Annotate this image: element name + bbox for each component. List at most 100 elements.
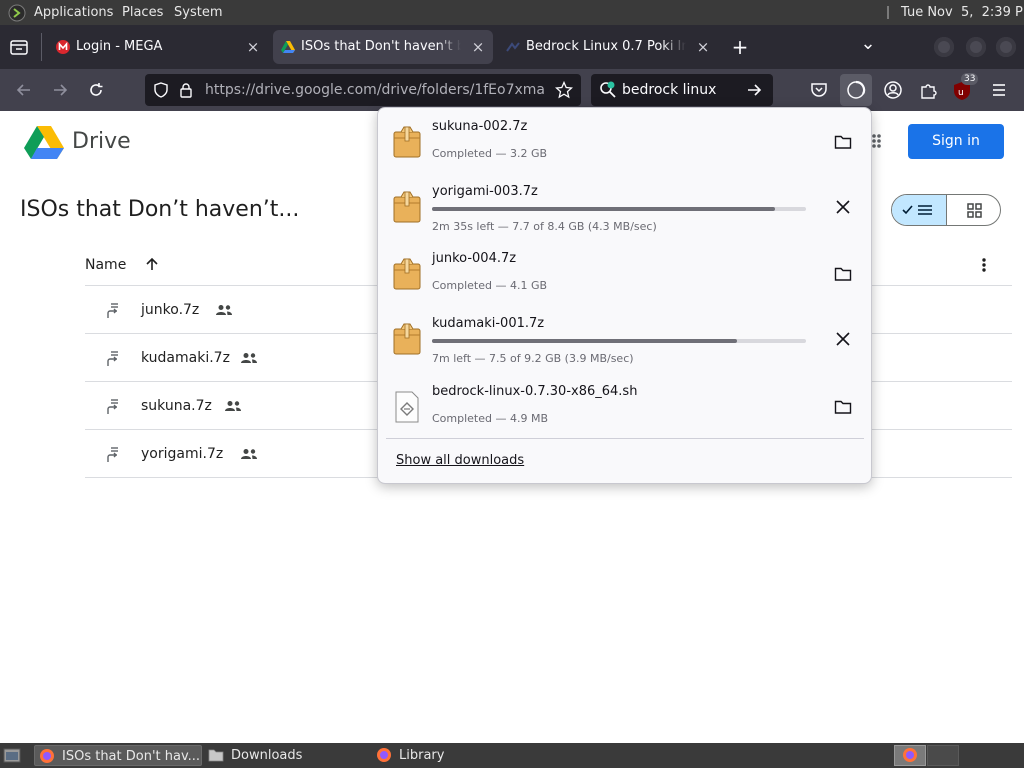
forward-arrow-icon: [54, 84, 68, 96]
hamburger-menu-icon[interactable]: [990, 81, 1008, 99]
places-menu[interactable]: Places: [122, 0, 163, 25]
firefox-icon: [903, 748, 917, 762]
window-maximize-button[interactable]: [966, 37, 986, 57]
close-icon[interactable]: ×: [469, 30, 487, 64]
archive-file-icon: [393, 126, 421, 158]
shortcut-file-icon: [107, 447, 118, 462]
lock-icon[interactable]: [179, 82, 193, 98]
list-view-button[interactable]: [892, 195, 947, 225]
show-desktop-icon[interactable]: [3, 748, 21, 763]
show-in-folder-button[interactable]: [830, 394, 856, 420]
shortcut-file-icon: [107, 303, 118, 318]
tab-label: Bedrock Linux 0.7 Poki Instal: [526, 30, 686, 64]
taskbar-item-downloads-folder[interactable]: Downloads: [204, 745, 364, 766]
download-status: 7m left — 7.5 of 9.2 GB (3.9 MB/sec): [432, 352, 634, 365]
gnome-terminal-app-icon[interactable]: [8, 4, 26, 22]
close-icon[interactable]: ×: [244, 30, 262, 64]
download-item[interactable]: kudamaki-001.7z 7m left — 7.5 of 9.2 GB (…: [386, 308, 864, 370]
folder-icon: [834, 400, 852, 414]
applications-menu[interactable]: Applications: [34, 0, 113, 25]
new-tab-button[interactable]: +: [728, 30, 752, 64]
sort-ascending-arrow-icon[interactable]: [145, 257, 159, 271]
cancel-icon: [836, 332, 850, 346]
tab-separator: [41, 33, 42, 61]
tracking-protection-shield-icon[interactable]: [153, 82, 169, 98]
search-go-arrow-icon[interactable]: [746, 82, 762, 98]
pocket-icon[interactable]: [810, 81, 828, 99]
clock[interactable]: Tue Nov 5, 2:39 PM: [901, 0, 1024, 25]
reload-button[interactable]: [82, 76, 110, 104]
shortcut-file-icon: [107, 399, 118, 414]
show-in-folder-button[interactable]: [830, 129, 856, 155]
bookmark-star-icon[interactable]: [555, 81, 573, 99]
google-drive-logo-icon: [24, 126, 64, 159]
ublock-origin-button[interactable]: u 33: [952, 73, 979, 101]
close-icon[interactable]: ×: [694, 30, 712, 64]
firefox-view-button[interactable]: [8, 36, 30, 58]
svg-text:u: u: [958, 88, 964, 98]
account-icon[interactable]: [883, 80, 903, 100]
grid-view-button[interactable]: [948, 195, 1000, 225]
file-name[interactable]: sukuna.7z: [141, 382, 212, 430]
download-item[interactable]: sukuna-002.7z Completed — 3.2 GB: [386, 111, 864, 173]
download-status: 2m 35s left — 7.7 of 8.4 GB (4.3 MB/sec): [432, 220, 657, 233]
url-bar[interactable]: https://drive.google.com/drive/folders/1…: [145, 74, 581, 106]
download-item[interactable]: yorigami-003.7z 2m 35s left — 7.7 of 8.4 …: [386, 176, 864, 238]
file-name[interactable]: yorigami.7z: [141, 430, 223, 478]
folder-title[interactable]: ISOs that Don’t haven’t...: [20, 197, 299, 222]
taskbar-item-firefox-drive[interactable]: ISOs that Don't hav...: [34, 745, 202, 766]
file-name[interactable]: junko.7z: [141, 286, 199, 334]
search-input[interactable]: bedrock linux: [622, 74, 716, 106]
download-item[interactable]: bedrock-linux-0.7.30-x86_64.sh Completed …: [386, 376, 864, 438]
google-apps-icon[interactable]: [872, 133, 886, 149]
tab-drive-folder[interactable]: ISOs that Don't haven't been ×: [273, 30, 493, 64]
download-progress-icon: [847, 80, 866, 99]
reload-icon: [90, 83, 103, 96]
shared-people-icon: [216, 305, 233, 315]
tab-mega-login[interactable]: Login - MEGA ×: [48, 30, 268, 64]
firefox-icon: [377, 748, 391, 762]
taskbar-item-library[interactable]: Library: [372, 745, 532, 766]
downloads-button[interactable]: [840, 74, 872, 106]
show-all-downloads-link[interactable]: Show all downloads: [396, 453, 524, 468]
cancel-download-button[interactable]: [830, 326, 856, 352]
list-all-tabs-button[interactable]: ⌄: [856, 33, 880, 59]
show-in-folder-button[interactable]: [830, 261, 856, 287]
workspace-switcher[interactable]: [894, 745, 926, 766]
downloads-panel: sukuna-002.7z Completed — 3.2 GB yorigami-…: [377, 107, 872, 484]
tab-bedrock-linux[interactable]: Bedrock Linux 0.7 Poki Instal ×: [498, 30, 718, 64]
sign-in-button[interactable]: Sign in: [908, 124, 1004, 159]
back-button[interactable]: [10, 76, 38, 104]
search-engine-icon[interactable]: [599, 81, 617, 99]
view-toggle: [891, 194, 1001, 226]
system-menu[interactable]: System: [174, 0, 222, 25]
shared-people-icon: [241, 353, 258, 363]
download-item[interactable]: junko-004.7z Completed — 4.1 GB: [386, 243, 864, 305]
tab-label: ISOs that Don't haven't been: [301, 30, 461, 64]
cancel-download-button[interactable]: [830, 194, 856, 220]
extensions-puzzle-icon[interactable]: [919, 80, 939, 100]
window-minimize-button[interactable]: [934, 37, 954, 57]
forward-button[interactable]: [46, 76, 74, 104]
workspace-2[interactable]: [927, 745, 959, 766]
archive-file-icon: [393, 191, 421, 223]
folder-icon: [834, 267, 852, 281]
name-column-header[interactable]: Name: [85, 257, 126, 273]
url-text[interactable]: https://drive.google.com/drive/folders/1…: [205, 74, 545, 106]
shared-people-icon: [224, 401, 241, 411]
panel-separator: [386, 438, 864, 439]
firefox-view-icon: [10, 40, 28, 55]
shortcut-file-icon: [107, 351, 118, 366]
download-file-name: kudamaki-001.7z: [432, 316, 545, 331]
tab-bar: Login - MEGA × ISOs that Don't haven't b…: [0, 25, 1024, 69]
download-progress-bar: [432, 207, 806, 211]
grid-view-icon: [967, 203, 982, 218]
taskbar-item-label: Downloads: [231, 748, 303, 763]
more-options-icon[interactable]: [981, 257, 987, 273]
drive-logo[interactable]: Drive: [24, 123, 134, 163]
search-bar[interactable]: bedrock linux: [591, 74, 773, 106]
file-name[interactable]: kudamaki.7z: [141, 334, 230, 382]
window-close-button[interactable]: [996, 37, 1016, 57]
download-status: Completed — 4.1 GB: [432, 279, 548, 292]
list-view-icon: [902, 205, 932, 215]
